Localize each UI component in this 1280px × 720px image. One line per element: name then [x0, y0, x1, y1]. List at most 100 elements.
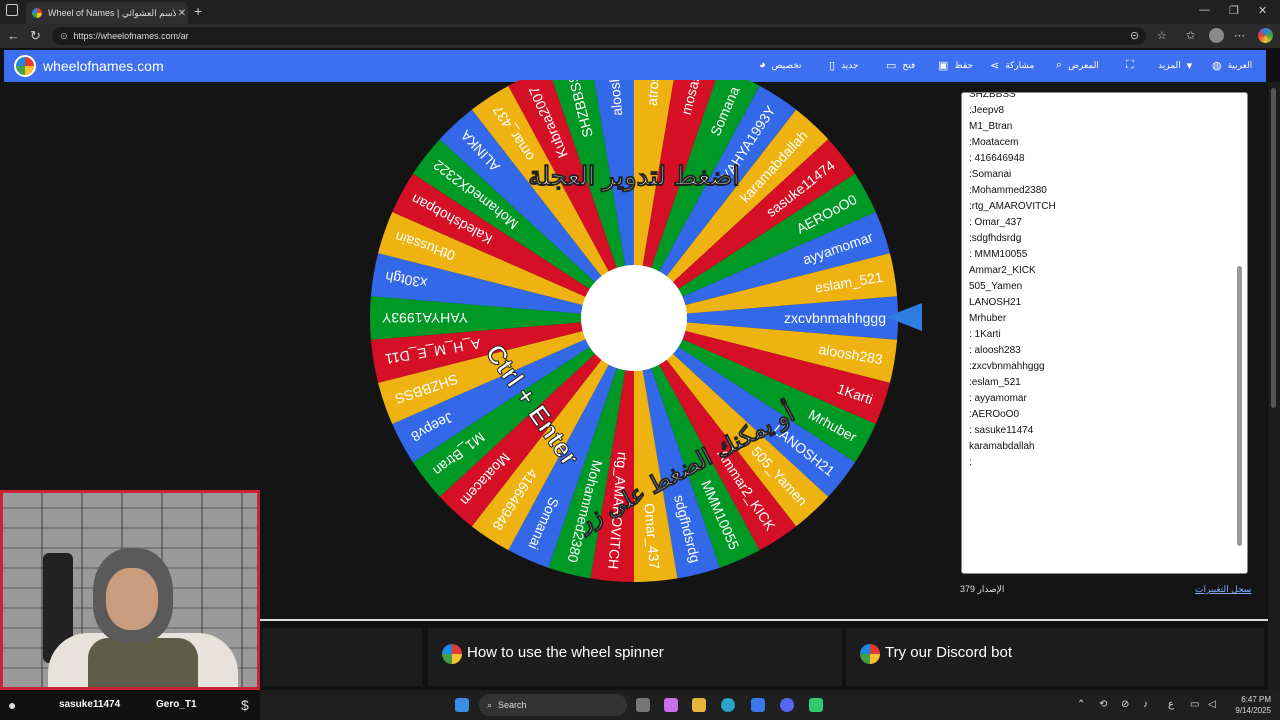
display-icon[interactable]: ▭	[1190, 699, 1199, 710]
entry-line: : MMM10055	[969, 249, 1028, 260]
windows-taskbar: ⌕ Search ⌃ ⟲ ⊘ ♪ ع ▭ ◁ 6:47 PM 9/14/2025	[260, 690, 1280, 720]
card-discord[interactable]: Try our Discord bot	[846, 628, 1264, 686]
entry-line: :rtg_AMAROVITCH	[969, 201, 1056, 212]
dollar-icon: $	[241, 697, 249, 713]
entries-scrollbar[interactable]	[1237, 96, 1243, 566]
nav-gallery[interactable]: ⌕ المعرض	[1056, 59, 1099, 72]
site-favicon-icon	[32, 8, 42, 18]
wheel-segment-label: aloosh2	[605, 80, 625, 116]
save-icon: ▣	[938, 60, 949, 72]
entry-line: M1_Btran	[969, 121, 1013, 132]
new-tab-icon[interactable]: +	[194, 3, 202, 19]
changelog-link[interactable]: سجل التغييرات	[1195, 584, 1251, 595]
entry-line: :eslam_521	[969, 377, 1021, 388]
file-explorer-icon[interactable]	[692, 698, 706, 712]
store-icon[interactable]	[751, 698, 765, 712]
edge-icon[interactable]	[721, 698, 735, 712]
card-title: How to use the wheel spinner	[467, 644, 664, 661]
card-title: Try our Discord bot	[885, 644, 1012, 661]
reader-icon[interactable]: ⊝	[1130, 29, 1139, 42]
entry-line: :Mohammed2380	[969, 185, 1047, 196]
user-icon: ●	[8, 697, 17, 713]
streamer-face	[106, 568, 158, 630]
copilot-icon[interactable]	[1258, 28, 1273, 43]
wheel-segment-label: YAHYA1993Y	[381, 310, 468, 326]
volume-icon[interactable]: ◁	[1208, 699, 1216, 710]
stream-user-1: sasuke11474	[59, 699, 121, 710]
mic-icon[interactable]: ♪	[1143, 699, 1148, 710]
favorite-star-icon[interactable]: ☆	[1157, 29, 1167, 42]
url-field[interactable]: ⊙ https://wheelofnames.com/ar	[52, 27, 1146, 45]
minimize-icon[interactable]: —	[1199, 4, 1210, 16]
back-icon[interactable]: ←	[7, 28, 20, 43]
card-how-to[interactable]: How to use the wheel spinner	[428, 628, 842, 686]
entry-line: : 416646948	[969, 153, 1025, 164]
entry-line: LANOSH21	[969, 297, 1022, 308]
page-scroll-thumb[interactable]	[1271, 88, 1276, 408]
entry-line: SHZBBSS	[969, 92, 1016, 100]
nav-share[interactable]: ⋖ مشاركة	[990, 59, 1034, 72]
network-off-icon[interactable]: ⊘	[1121, 699, 1129, 710]
nav-language[interactable]: ◍ العربية	[1212, 59, 1252, 72]
nav-open[interactable]: ▭ فتح	[886, 59, 915, 72]
discord-icon[interactable]	[780, 698, 794, 712]
share-icon: ⋖	[990, 60, 1000, 72]
entries-scroll-thumb[interactable]	[1237, 266, 1242, 546]
taskbar-clock[interactable]: 6:47 PM 9/14/2025	[1223, 694, 1271, 716]
entry-line: :	[969, 457, 972, 468]
streamer-vest	[88, 638, 198, 687]
card-partial[interactable]	[262, 628, 422, 686]
folder-icon: ▭	[886, 60, 897, 72]
palette-icon: ◕	[759, 59, 766, 71]
brand-name[interactable]: wheelofnames.com	[43, 58, 164, 74]
wheel-pointer-icon	[886, 303, 922, 331]
tab-title: Wheel of Names | الاسم العشوائي	[48, 7, 176, 18]
entry-line: 505_Yamen	[969, 281, 1023, 292]
page-scrollbar[interactable]	[1268, 82, 1280, 692]
entry-line: : aloosh283	[969, 345, 1021, 356]
chevron-down-icon: ▾	[1186, 60, 1193, 72]
nav-save[interactable]: ▣ حفظ	[938, 59, 973, 72]
sync-icon[interactable]: ⟲	[1099, 699, 1107, 710]
entry-line: : Omar_437	[969, 217, 1022, 228]
nav-customize[interactable]: ◕ تخصيص	[759, 59, 802, 71]
entry-line: Mrhuber	[969, 313, 1007, 324]
browser-tab[interactable]: Wheel of Names | الاسم العشوائي ✕	[26, 2, 188, 24]
nav-more[interactable]: المزيد ▾	[1158, 59, 1192, 72]
tray-chevron-icon[interactable]: ⌃	[1077, 699, 1085, 710]
copilot-app-icon[interactable]	[664, 698, 678, 712]
more-menu-icon[interactable]: ⋯	[1234, 29, 1245, 42]
nav-fullscreen[interactable]: ⛶	[1126, 59, 1134, 72]
entry-line: : 1Karti	[969, 329, 1001, 340]
entry-line: : ayyamomar	[969, 393, 1027, 404]
tab-actions-icon[interactable]	[6, 4, 18, 16]
start-icon[interactable]	[455, 698, 469, 712]
nav-new[interactable]: ▯ جديد	[829, 59, 859, 72]
version-label: الإصدار 379	[960, 584, 1005, 594]
wheel-overlay-spin-text: اضغط لتدوير العجلة	[528, 161, 740, 192]
fullscreen-icon: ⛶	[1126, 59, 1134, 71]
wheel[interactable]: zxcvbnmahhgggaloosh2831KartiMrhuberLANOS…	[370, 54, 899, 584]
language-indicator[interactable]: ع	[1168, 699, 1174, 710]
site-info-icon[interactable]: ⊙	[60, 31, 68, 42]
entry-line: :AEROoO0	[969, 409, 1020, 420]
webcam-overlay	[0, 490, 260, 690]
reload-icon[interactable]: ↻	[30, 28, 41, 44]
browser-tab-bar: Wheel of Names | الاسم العشوائي ✕ + — ❐ …	[0, 0, 1280, 24]
app-icon[interactable]	[809, 698, 823, 712]
close-tab-icon[interactable]: ✕	[176, 8, 188, 19]
search-icon: ⌕	[1056, 59, 1063, 71]
brand-logo-icon[interactable]	[14, 55, 36, 77]
address-bar: ← ↻ ⊙ https://wheelofnames.com/ar ⊝ ☆ ✩ …	[0, 24, 1280, 48]
profile-avatar[interactable]	[1209, 28, 1224, 43]
wheel-container[interactable]: zxcvbnmahhggg aloosh283 1Karti Mrhuber LANOS…	[370, 54, 899, 584]
favorites-icon[interactable]: ✩	[1186, 29, 1195, 42]
taskbar-search[interactable]: ⌕ Search	[479, 694, 627, 716]
stream-user-2: Gero_T1	[156, 699, 197, 710]
wheel-hub[interactable]	[581, 265, 687, 371]
task-view-icon[interactable]	[636, 698, 650, 712]
entries-textarea[interactable]: SHZBBSS:Jeepv8 M1_Btran:Moatacem: 4166469…	[961, 92, 1248, 574]
restore-icon[interactable]: ❐	[1229, 4, 1239, 17]
entry-line: : sasuke11474	[969, 425, 1034, 436]
close-window-icon[interactable]: ✕	[1258, 4, 1267, 17]
